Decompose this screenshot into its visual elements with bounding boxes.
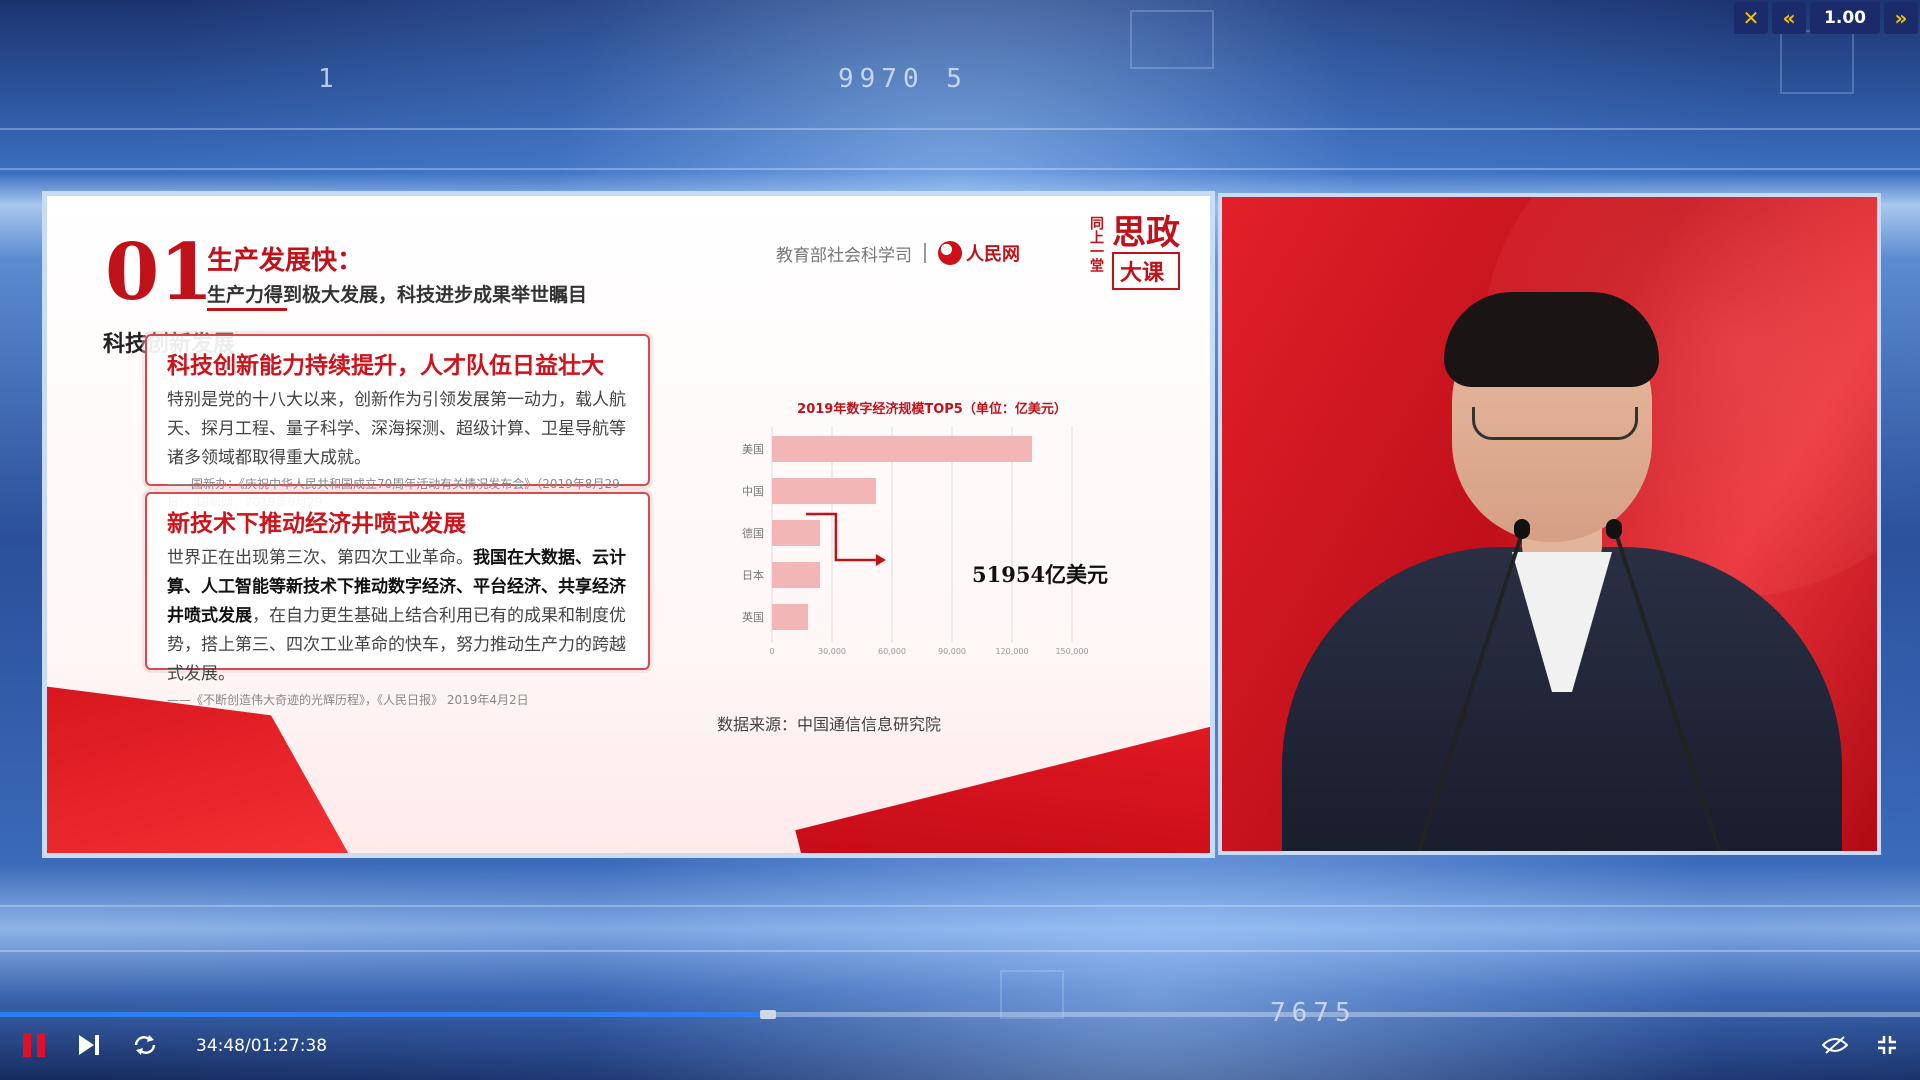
- microphone-icon: [1514, 519, 1530, 539]
- speaker-video: [1218, 193, 1881, 855]
- hide-danmaku-icon[interactable]: [1820, 1030, 1850, 1060]
- info-card-1: 科技创新能力持续提升，人才队伍日益壮大 特别是党的十八大以来，创新作为引领发展第…: [145, 334, 650, 509]
- bar-chart: 2019年数字经济规模TOP5（单位：亿美元） 0 30,000 60,000 90,…: [722, 396, 1142, 696]
- info-card-2: 新技术下推动经济井喷式发展 世界正在出现第三次、第四次工业革命。我国在大数据、云…: [145, 492, 650, 707]
- seal-vertical-text: 同上一堂: [1088, 216, 1104, 272]
- playback-speed[interactable]: 1.00: [1810, 2, 1880, 34]
- bg-line: [0, 950, 1920, 952]
- chart-bar: [772, 520, 820, 546]
- section-title: 生产发展快：: [207, 246, 364, 276]
- progress-knob[interactable]: [760, 1010, 776, 1019]
- section-subtitle: 生产力得到极大发展，科技进步成果举世瞩目: [207, 284, 588, 306]
- title-underline: [207, 308, 287, 311]
- seal-box-text: 大课: [1112, 252, 1180, 290]
- chart-canvas: 0 30,000 60,000 90,000 120,000 150,000 美国中国德国日…: [742, 426, 1089, 656]
- chart-source: 数据来源：中国通信信息研究院: [717, 715, 942, 734]
- chart-bar: [772, 562, 820, 588]
- chart-tick-label: 150,000: [1055, 647, 1088, 656]
- close-button[interactable]: ✕: [1734, 2, 1769, 34]
- pause-icon[interactable]: [20, 1030, 48, 1060]
- brand-bar: 教育部社会科学司 人民网: [776, 240, 1020, 266]
- chart-tick-label: 0: [769, 647, 774, 656]
- chart-category-label: 德国: [742, 526, 764, 540]
- chart-category-label: 日本: [742, 568, 764, 582]
- chart-callout-arrow: [875, 554, 886, 566]
- card-source: ——《不断创造伟大奇迹的光辉历程》，《人民日报》 2019年4月2日: [167, 693, 529, 707]
- next-icon[interactable]: [74, 1030, 104, 1060]
- time-display: 34:48/01:27:38: [196, 1036, 328, 1056]
- chart-category-label: 英国: [742, 610, 764, 624]
- speed-up-button[interactable]: »: [1884, 2, 1918, 34]
- chart-bar: [772, 436, 1032, 462]
- course-seal: 同上一堂 思政 大课: [1086, 216, 1180, 290]
- seal-title: 思政: [1112, 213, 1180, 253]
- slow-down-button[interactable]: «: [1772, 2, 1807, 34]
- chart-bar: [772, 478, 876, 504]
- people-logo-text: 人民网: [966, 244, 1020, 265]
- top-controls: ✕ « 1.00 »: [1734, 2, 1918, 34]
- card-heading: 科技创新能力持续提升，人才队伍日益壮大: [167, 352, 604, 379]
- microphone-icon: [1606, 519, 1622, 539]
- chart-category-label: 中国: [742, 485, 764, 498]
- speaker-hair: [1444, 292, 1659, 387]
- progress-fill: [0, 1012, 768, 1017]
- bg-line: [0, 168, 1920, 170]
- control-bar: 34:48/01:27:38: [0, 1022, 1920, 1072]
- progress-bar[interactable]: [0, 1010, 1920, 1019]
- chart-tick-label: 120,000: [995, 647, 1028, 656]
- bg-line: [0, 128, 1920, 130]
- people-logo-icon: [938, 241, 962, 265]
- bg-line: [0, 905, 1920, 907]
- chart-bar: [772, 604, 808, 630]
- bg-digits: 9970 5: [838, 64, 968, 94]
- bg-digits: 1: [318, 64, 340, 94]
- exit-fullscreen-icon[interactable]: [1872, 1030, 1902, 1060]
- speaker-glasses: [1472, 407, 1638, 440]
- chart-callout: 51954亿美元: [972, 562, 1109, 587]
- ministry-label: 教育部社会科学司: [776, 245, 912, 266]
- section-number: 01: [105, 227, 214, 318]
- chart-tick-label: 60,000: [878, 647, 906, 656]
- chart-tick-label: 30,000: [818, 647, 846, 656]
- chart-tick-label: 90,000: [938, 647, 966, 656]
- bg-frame: [1130, 10, 1214, 69]
- people-logo: 人民网: [938, 240, 1020, 266]
- card-body: 世界正在出现第三次、第四次工业革命。我国在大数据、云计算、人工智能等新技术下推动…: [167, 548, 626, 684]
- loop-icon[interactable]: [130, 1030, 160, 1060]
- slide-panel: 01 生产发展快： 生产力得到极大发展，科技进步成果举世瞩目 科技创新发展 教育…: [42, 191, 1215, 858]
- card-heading: 新技术下推动经济井喷式发展: [167, 510, 466, 537]
- bg-frame: [1780, 30, 1854, 94]
- slide-decoration: [795, 718, 1210, 853]
- card-body: 特别是党的十八大以来，创新作为引领发展第一动力，载人航天、探月工程、量子科学、深…: [167, 390, 626, 468]
- slide: 01 生产发展快： 生产力得到极大发展，科技进步成果举世瞩目 科技创新发展 教育…: [47, 196, 1210, 853]
- chart-category-label: 美国: [742, 443, 764, 456]
- brand-divider: [924, 243, 926, 263]
